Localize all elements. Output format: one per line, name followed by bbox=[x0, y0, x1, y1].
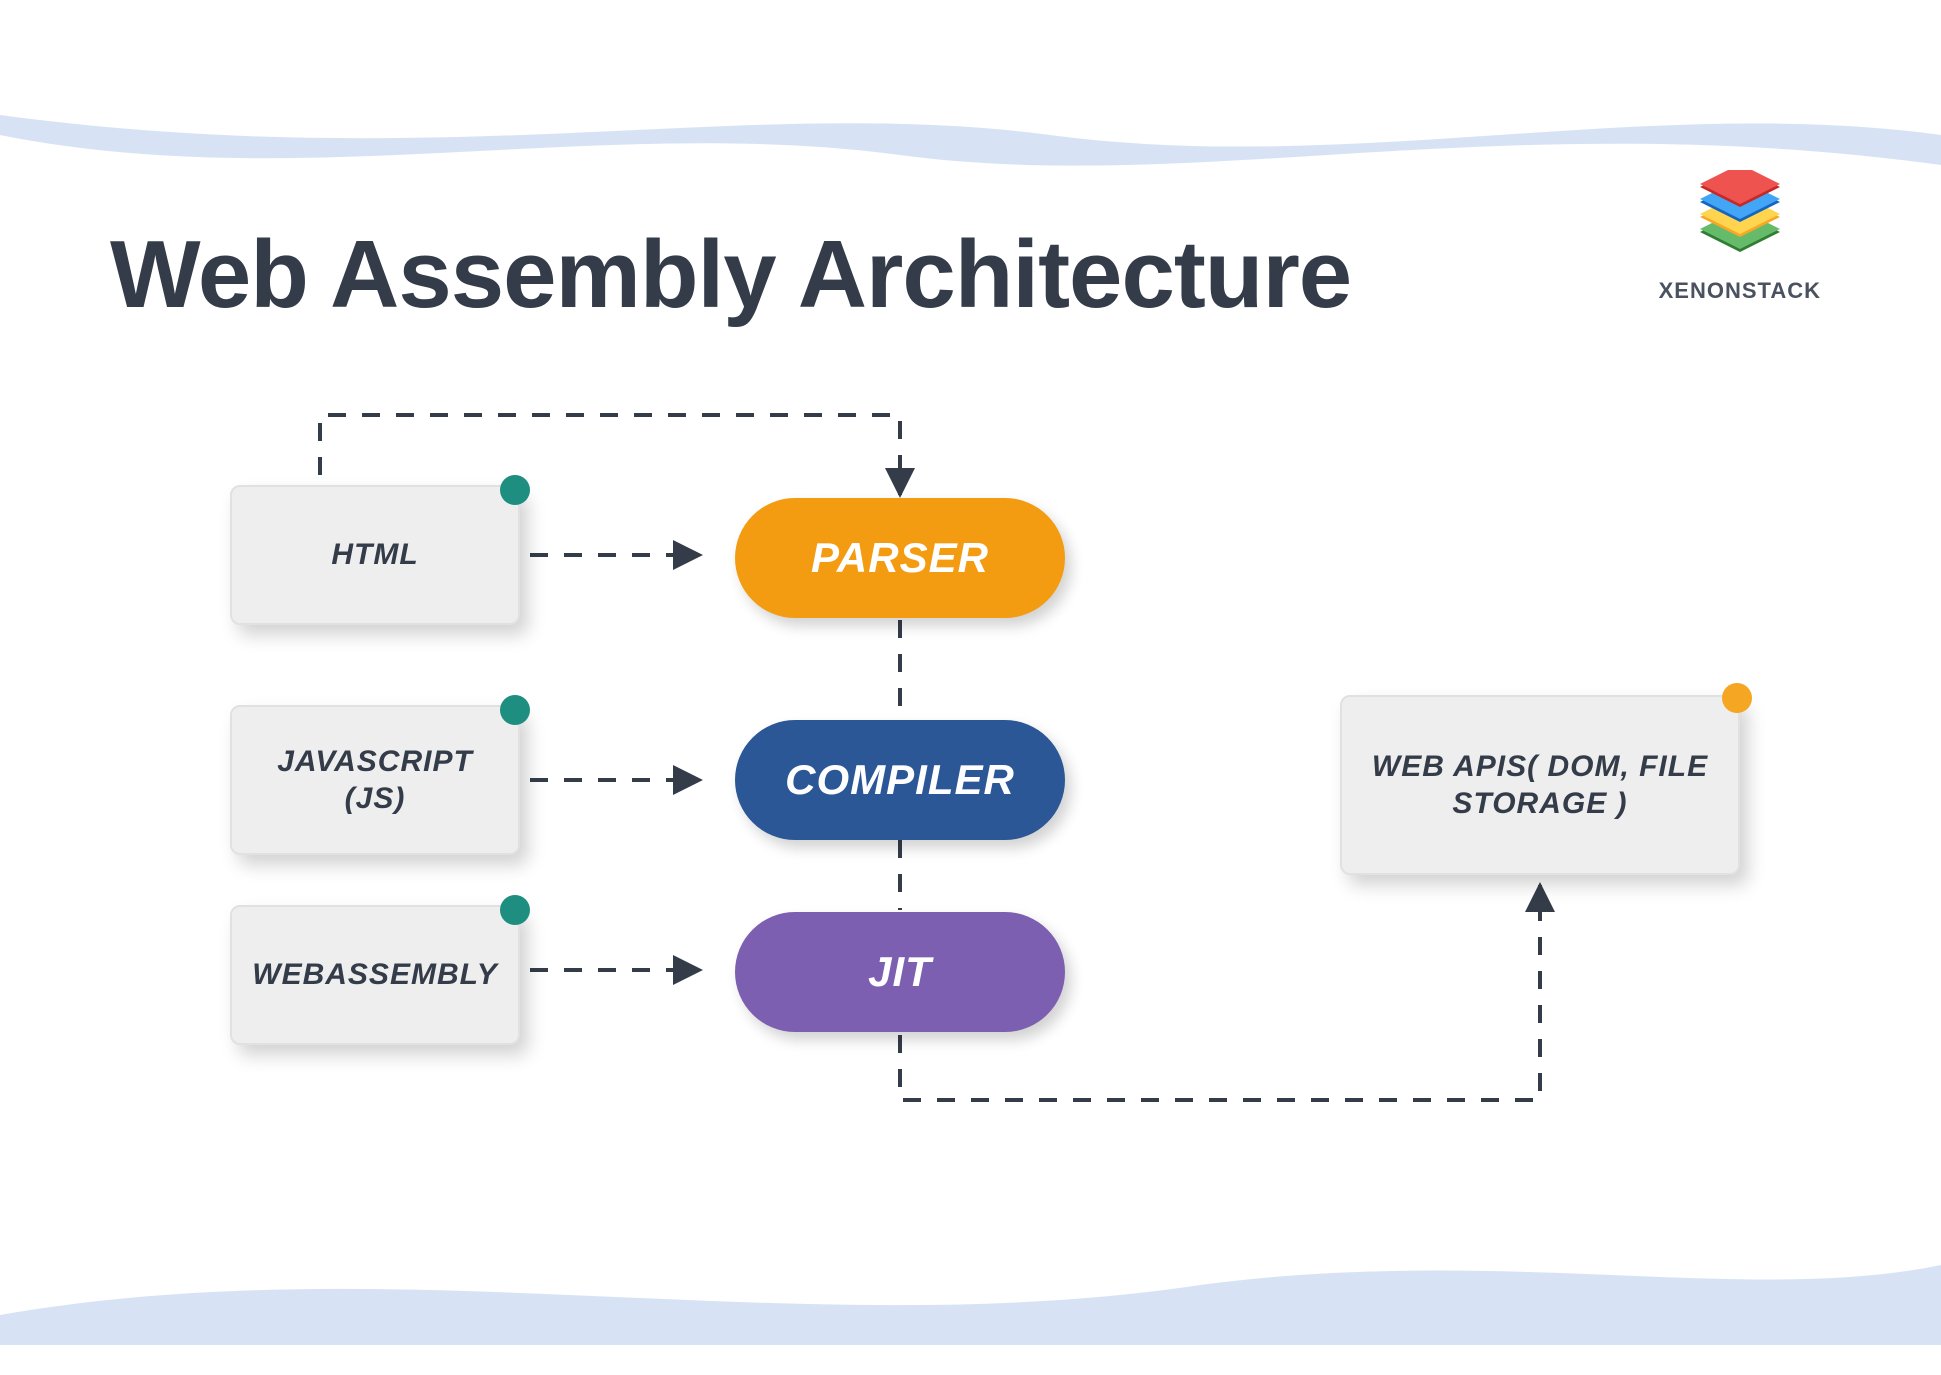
node-parser-label: PARSER bbox=[811, 534, 989, 582]
brand-logo: XENONSTACK bbox=[1659, 170, 1821, 304]
teal-dot-icon bbox=[500, 695, 530, 725]
node-webassembly-label: WEBASSEMBLY bbox=[252, 956, 497, 994]
node-jit: JIT bbox=[735, 912, 1065, 1032]
node-parser: PARSER bbox=[735, 498, 1065, 618]
bottom-wave-decoration bbox=[0, 1215, 1941, 1345]
node-webapis: WEB APIS( DOM, FILE STORAGE ) bbox=[1340, 695, 1740, 875]
node-javascript: JAVASCRIPT (JS) bbox=[230, 705, 520, 855]
node-compiler-label: COMPILER bbox=[785, 756, 1015, 804]
node-compiler: COMPILER bbox=[735, 720, 1065, 840]
stack-logo-icon bbox=[1685, 170, 1795, 270]
page-title: Web Assembly Architecture bbox=[110, 220, 1351, 330]
node-javascript-label: JAVASCRIPT (JS) bbox=[250, 743, 500, 818]
node-html: HTML bbox=[230, 485, 520, 625]
orange-dot-icon bbox=[1722, 683, 1752, 713]
node-html-label: HTML bbox=[331, 536, 418, 574]
teal-dot-icon bbox=[500, 895, 530, 925]
node-jit-label: JIT bbox=[868, 948, 932, 996]
brand-name: XENONSTACK bbox=[1659, 278, 1821, 304]
teal-dot-icon bbox=[500, 475, 530, 505]
top-wave-decoration bbox=[0, 105, 1941, 225]
node-webassembly: WEBASSEMBLY bbox=[230, 905, 520, 1045]
node-webapis-label: WEB APIS( DOM, FILE STORAGE ) bbox=[1360, 748, 1720, 823]
architecture-diagram: HTML JAVASCRIPT (JS) WEBASSEMBLY PARSER … bbox=[0, 380, 1941, 1180]
